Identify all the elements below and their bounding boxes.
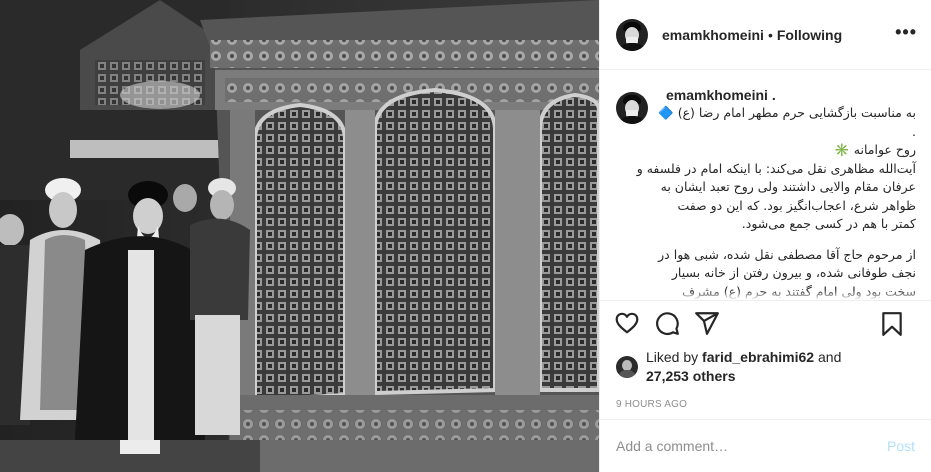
- caption-section: emamkhomeini . به مناسبت بازگشایی حرم مط…: [600, 70, 931, 300]
- post-photo[interactable]: [0, 0, 599, 472]
- comment-icon[interactable]: [654, 310, 680, 336]
- likes-prefix: Liked by: [646, 349, 699, 365]
- caption-line: روح عوامانه ✳️: [834, 142, 916, 157]
- likes-and: and: [818, 349, 842, 365]
- post-timestamp[interactable]: 9 HOURS AGO: [600, 389, 931, 419]
- caption-line: به مناسبت بازگشایی حرم مطهر امام رضا (ع)…: [658, 105, 916, 120]
- heart-icon[interactable]: [614, 310, 640, 336]
- header-separator: •: [767, 26, 773, 43]
- share-icon[interactable]: [694, 310, 720, 336]
- author-username[interactable]: emamkhomeini: [662, 27, 764, 43]
- more-options-icon[interactable]: •••: [895, 22, 917, 43]
- bookmark-icon[interactable]: [879, 311, 905, 337]
- shrine-photo-illustration: [0, 0, 599, 472]
- liker-avatar[interactable]: [616, 356, 638, 378]
- likes-count[interactable]: 27,253 others: [646, 368, 736, 384]
- likes-section: Liked by farid_ebrahimi62 and 27,253 oth…: [600, 345, 931, 389]
- caption-line: آیت‌الله مظاهری نقل می‌کند: با اینکه اما…: [636, 160, 916, 176]
- caption-line: از مرحوم حاج آقا مصطفی نقل شده، شبی هوا …: [658, 246, 916, 262]
- following-button[interactable]: Following: [777, 27, 842, 43]
- instagram-post: emamkhomeini • Following ••• emamkhomein…: [0, 0, 931, 472]
- caption-body: emamkhomeini . به مناسبت بازگشایی حرم مط…: [636, 86, 916, 300]
- caption-line: .: [912, 123, 916, 139]
- liker-username[interactable]: farid_ebrahimi62: [702, 349, 814, 365]
- caption-line: ظواهر شرع، اعجاب‌انگیز بود. که این دو صف…: [677, 197, 916, 213]
- likes-text: Liked by farid_ebrahimi62 and 27,253 oth…: [646, 348, 841, 386]
- caption-line: عرفان مقام والایی داشتند ولی روح تعبد ای…: [660, 179, 916, 194]
- caption-line: کمتر با هم در کسی جمع می‌شود.: [741, 216, 916, 231]
- caption-line: [666, 234, 916, 246]
- post-comment-button[interactable]: Post: [887, 438, 915, 454]
- caption-line: نجف طوفانی شده، و بیرون رفتن از خانه بسی…: [671, 265, 916, 280]
- author-avatar[interactable]: [616, 18, 648, 51]
- caption-author-avatar[interactable]: [616, 92, 648, 124]
- comment-bar: Post: [600, 419, 931, 472]
- comment-input[interactable]: [616, 438, 877, 454]
- post-side-panel: emamkhomeini • Following ••• emamkhomein…: [599, 0, 931, 472]
- post-header: emamkhomeini • Following •••: [600, 0, 931, 70]
- action-bar: [600, 300, 931, 345]
- caption-username[interactable]: emamkhomeini .: [666, 86, 916, 104]
